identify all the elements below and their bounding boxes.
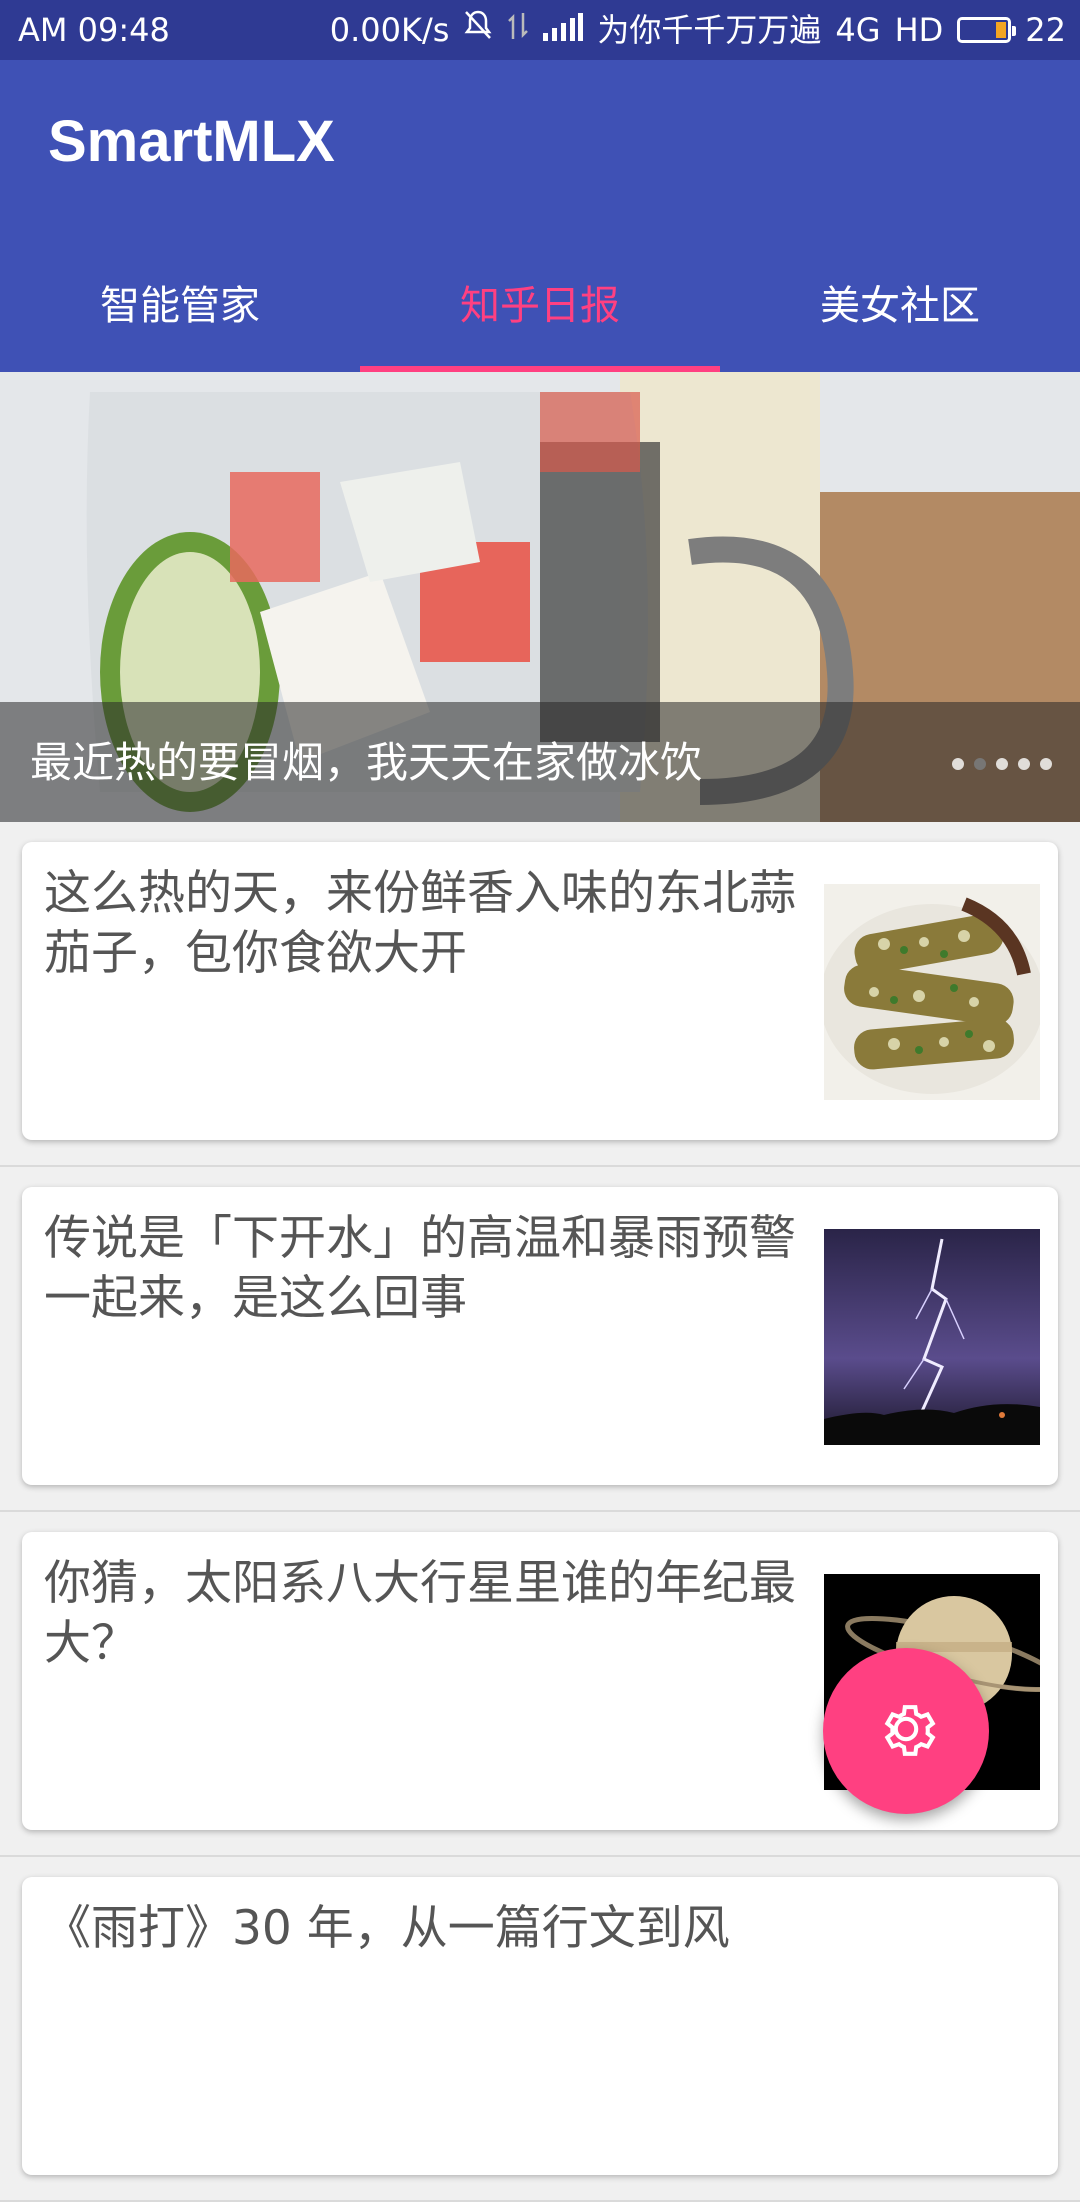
page-dot-active — [974, 758, 986, 770]
tab-smart-butler[interactable]: 智能管家 — [0, 232, 360, 372]
status-battery-level: 22 — [1025, 11, 1066, 49]
eggplant-dish-image — [824, 884, 1040, 1100]
banner-page-indicator — [952, 758, 1052, 770]
lightning-storm-image — [824, 1229, 1040, 1445]
story-card[interactable]: 这么热的天，来份鲜香入味的东北蒜茄子，包你食欲大开 — [22, 842, 1058, 1140]
signal-icon — [543, 0, 584, 60]
tab-label: 智能管家 — [100, 283, 260, 329]
status-carrier: 为你千千万万遍 — [597, 11, 822, 49]
data-arrows-icon — [507, 0, 529, 60]
story-title: 传说是「下开水」的高温和暴雨预警一起来，是这么回事 — [44, 1211, 796, 1326]
status-net-speed: 0.00K/s — [329, 11, 450, 49]
page-dot — [952, 758, 964, 770]
top-story-banner[interactable]: 最近热的要冒烟，我天天在家做冰饮 — [0, 372, 1080, 822]
list-item: 传说是「下开水」的高温和暴雨预警一起来，是这么回事 — [0, 1167, 1080, 1512]
status-bar: AM 09:48 0.00K/s 为你千千万万遍 4G HD 22 — [0, 0, 1080, 60]
app-title: SmartMLX — [48, 109, 335, 174]
list-item: 这么热的天，来份鲜香入味的东北蒜茄子，包你食欲大开 — [0, 822, 1080, 1167]
tab-beauty-community[interactable]: 美女社区 — [720, 232, 1080, 372]
status-ampm: AM — [18, 11, 68, 49]
story-card[interactable]: 《雨打》30 年，从一篇行文到风 — [22, 1877, 1058, 2175]
app-bar: SmartMLX 智能管家 知乎日报 美女社区 — [0, 60, 1080, 372]
banner-caption: 最近热的要冒烟，我天天在家做冰饮 — [30, 738, 703, 787]
story-list: 这么热的天，来份鲜香入味的东北蒜茄子，包你食欲大开 传说是「下开水」的高温和暴雨… — [0, 822, 1080, 2202]
status-time: 09:48 — [77, 11, 170, 49]
list-item: 《雨打》30 年，从一篇行文到风 — [0, 1857, 1080, 2202]
page-dot — [1018, 758, 1030, 770]
tab-label: 知乎日报 — [460, 283, 620, 329]
status-hd: HD — [894, 11, 944, 49]
page-dot — [1040, 758, 1052, 770]
settings-fab[interactable] — [823, 1648, 989, 1814]
tab-label: 美女社区 — [820, 283, 980, 329]
battery-icon — [957, 17, 1017, 43]
gear-icon — [871, 1694, 941, 1768]
story-title: 《雨打》30 年，从一篇行文到风 — [44, 1901, 730, 1956]
tab-zhihu-daily[interactable]: 知乎日报 — [360, 232, 720, 372]
story-title: 你猜，太阳系八大行星里谁的年纪最大？ — [44, 1556, 796, 1671]
status-network: 4G — [835, 11, 881, 49]
story-card[interactable]: 传说是「下开水」的高温和暴雨预警一起来，是这么回事 — [22, 1187, 1058, 1485]
page-dot — [996, 758, 1008, 770]
tab-bar: 智能管家 知乎日报 美女社区 — [0, 232, 1080, 372]
bell-off-icon — [463, 0, 493, 60]
story-title: 这么热的天，来份鲜香入味的东北蒜茄子，包你食欲大开 — [44, 866, 796, 981]
